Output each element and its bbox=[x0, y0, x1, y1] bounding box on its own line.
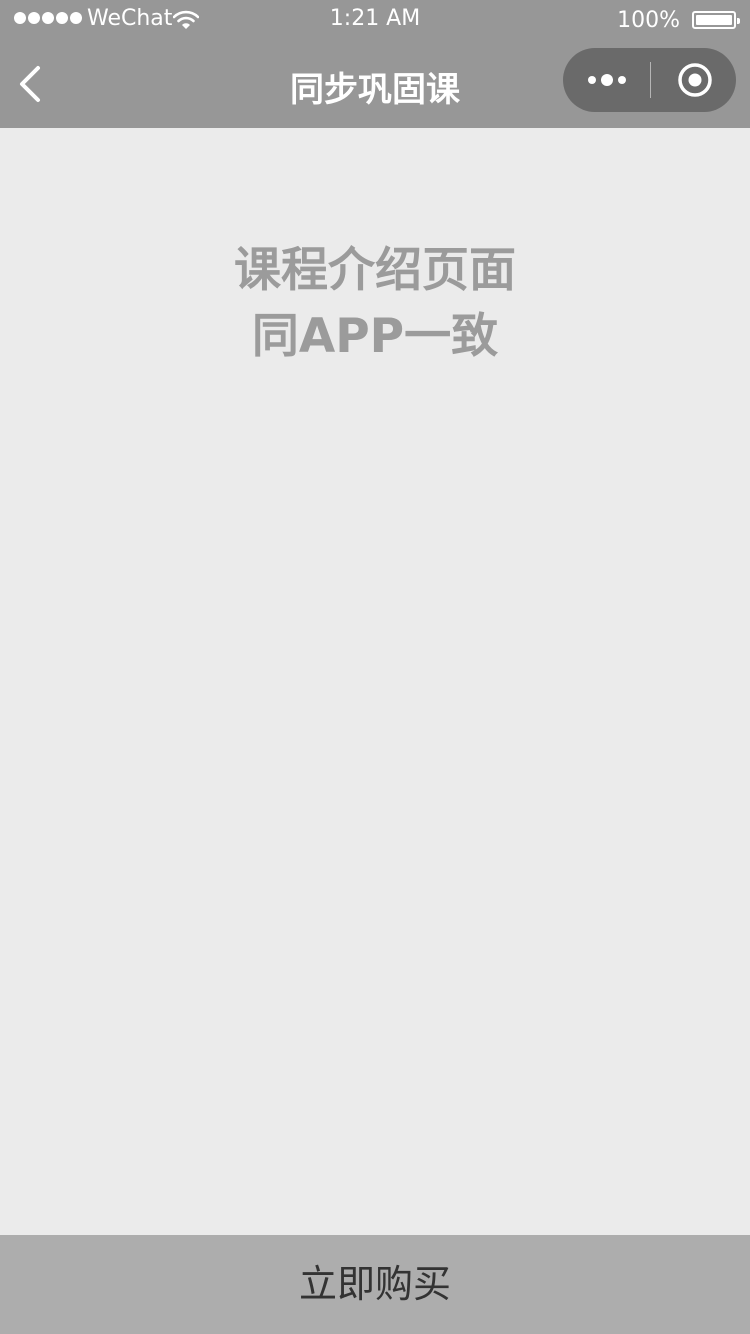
close-target-icon[interactable] bbox=[651, 48, 736, 112]
placeholder-line-2: 同APP一致 bbox=[251, 309, 499, 364]
nav-bar: 同步巩固课 bbox=[0, 40, 750, 128]
miniprogram-capsule bbox=[563, 48, 736, 112]
more-dots-icon[interactable] bbox=[563, 48, 650, 112]
placeholder-line-1: 课程介绍页面 bbox=[234, 243, 516, 298]
placeholder-content: 课程介绍页面 同APP一致 bbox=[0, 238, 750, 370]
buy-now-button[interactable]: 立即购买 bbox=[0, 1235, 750, 1334]
status-bar: WeChat 1:21 AM 100% bbox=[0, 0, 750, 40]
battery-percent: 100% bbox=[617, 8, 680, 33]
battery-icon bbox=[692, 11, 740, 29]
top-bar: WeChat 1:21 AM 100% 同步巩固课 bbox=[0, 0, 750, 128]
